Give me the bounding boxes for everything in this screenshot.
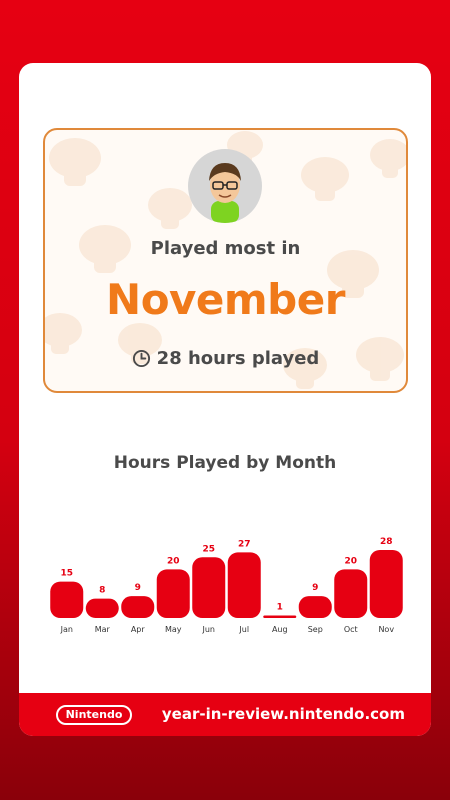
bar-mar (85, 598, 119, 618)
bar-may (156, 569, 190, 618)
chart-title: Hours Played by Month (113, 453, 337, 473)
hours-played-row: 28 hours played (45, 348, 406, 369)
mushroom-icon (301, 157, 349, 201)
clock-icon (132, 349, 150, 368)
tick-label-may: May (165, 625, 182, 634)
bar-oct (334, 569, 368, 618)
bar-aug (263, 615, 297, 618)
hours-played-text: 28 hours played (156, 348, 320, 369)
site-url[interactable]: year-in-review.nintendo.com (162, 705, 405, 723)
mushroom-icon (370, 139, 406, 178)
tick-label-sep: Sep (308, 625, 323, 634)
year-review-card: Played most in November 28 hours played … (19, 63, 431, 736)
bar-jan (50, 581, 84, 618)
played-most-label: Played most in (150, 238, 301, 259)
tick-label-jun: Jun (202, 625, 216, 634)
value-label-jan: 15 (60, 569, 73, 579)
tick-label-oct: Oct (344, 625, 358, 634)
mushroom-icon (49, 138, 101, 186)
hours-bar-chart: 15 Jan 8 Mar 9 Apr 20 May 25 Jun 27 Jul 1 Aug 9 Sep 20 Oc… (50, 537, 403, 634)
value-label-jun: 25 (202, 544, 215, 554)
mushroom-icon (148, 188, 192, 229)
mii-avatar-icon (188, 149, 262, 223)
value-label-aug: 1 (277, 603, 283, 613)
most-played-panel: Played most in November 28 hours played (43, 128, 408, 393)
footer-bar: Nintendo year-in-review.nintendo.com (19, 693, 431, 736)
tick-label-nov: Nov (378, 625, 394, 634)
value-label-jul: 27 (238, 539, 251, 549)
value-label-oct: 20 (344, 556, 357, 566)
value-label-sep: 9 (312, 583, 318, 593)
top-month: November (106, 275, 345, 324)
tick-label-mar: Mar (95, 625, 111, 634)
bar-sep (298, 596, 332, 618)
bar-jul (227, 552, 261, 618)
bar-apr (121, 596, 155, 618)
tick-label-jul: Jul (238, 625, 249, 634)
nintendo-logo: Nintendo (56, 705, 132, 725)
tick-label-jan: Jan (60, 625, 73, 634)
value-label-nov: 28 (380, 537, 393, 547)
bar-jun (192, 557, 226, 618)
bar-nov (369, 550, 403, 618)
value-label-mar: 8 (99, 586, 105, 596)
tick-label-apr: Apr (131, 625, 146, 634)
value-label-apr: 9 (135, 583, 141, 593)
value-label-may: 20 (167, 556, 180, 566)
tick-label-aug: Aug (272, 625, 288, 634)
